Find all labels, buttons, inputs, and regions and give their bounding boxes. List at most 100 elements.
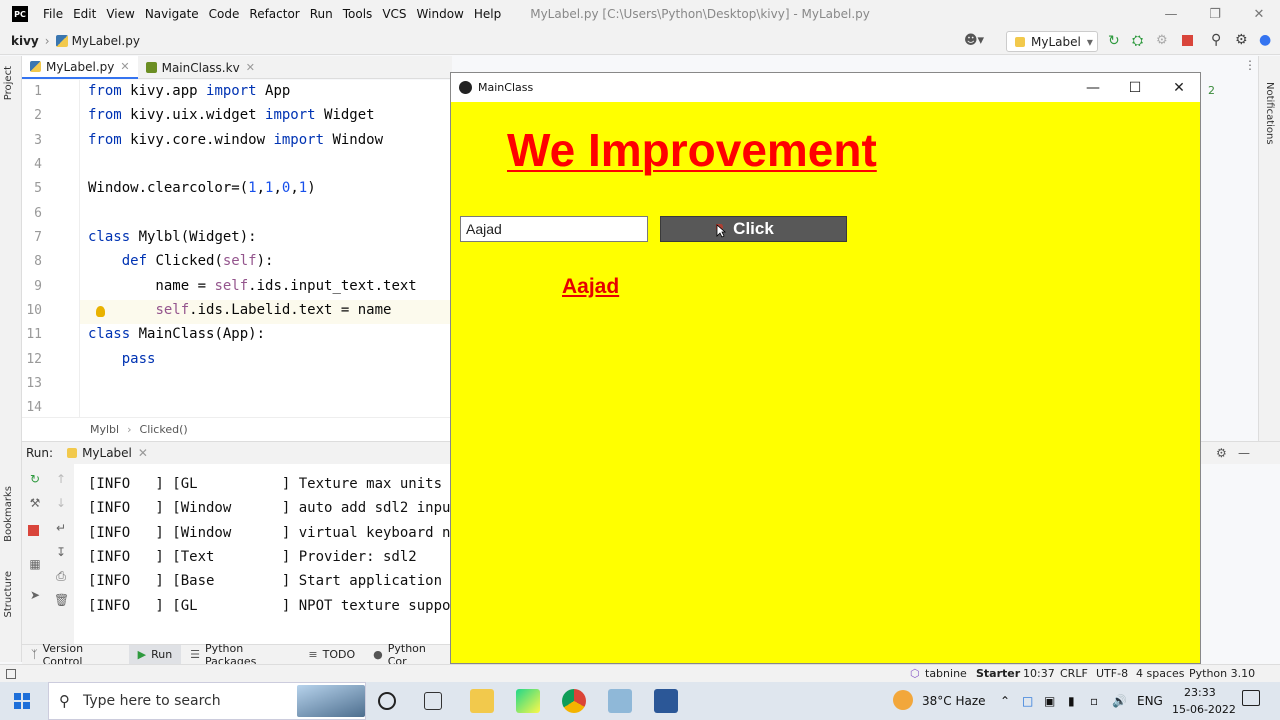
volume-icon[interactable]: 🔊 (1112, 694, 1127, 708)
battery-icon[interactable]: ▮ (1068, 694, 1075, 708)
python-app-icon[interactable] (654, 689, 678, 713)
close-icon[interactable]: ✕ (1157, 73, 1201, 102)
tab-mainclass-kv[interactable]: MainClass.kv ✕ (138, 56, 263, 79)
file-explorer-icon[interactable] (470, 689, 494, 713)
run-panel-label: Run: (26, 446, 54, 460)
close-tab-icon[interactable]: ✕ (120, 60, 129, 73)
task-view-icon[interactable] (424, 692, 442, 710)
search-icon[interactable]: ⚲ (1211, 32, 1221, 48)
minimize-icon[interactable]: — (1071, 73, 1115, 102)
bookmarks-tool-button[interactable]: Bookmarks (3, 486, 14, 542)
tab-version-control[interactable]: ᛉ Version Control (22, 642, 129, 668)
notepad-icon[interactable] (608, 689, 632, 713)
menu-vcs[interactable]: VCS (377, 7, 411, 21)
menu-file[interactable]: File (38, 7, 68, 21)
console-line: [INFO ] [Window ] virtual keyboard n (88, 525, 451, 541)
pycharm-taskbar-icon[interactable] (516, 689, 540, 713)
network-icon[interactable]: ▫ (1090, 694, 1098, 708)
toggle-panels-icon[interactable] (6, 669, 16, 679)
maximize-icon[interactable]: ❐ (1192, 0, 1238, 28)
close-icon[interactable]: ✕ (1236, 0, 1280, 28)
line-separator[interactable]: CRLF (1060, 667, 1088, 680)
cortana-icon[interactable] (378, 692, 396, 710)
tabnine-brand[interactable]: tabnine (925, 667, 967, 680)
minimize-icon[interactable]: — (1148, 0, 1194, 28)
line-number: 13 (26, 376, 42, 391)
project-tool-button[interactable]: Project (3, 66, 14, 100)
tray-display-icon[interactable]: ▣ (1044, 694, 1055, 708)
inspection-count[interactable]: 2 (1208, 84, 1215, 97)
settings-gear-icon[interactable]: ⚙ (1235, 32, 1248, 48)
code-editor[interactable]: 1 2 3 4 5 6 7 8 9 10 11 12 13 14 from ki… (22, 80, 452, 417)
file-encoding[interactable]: UTF-8 (1096, 667, 1128, 680)
soft-wrap-icon[interactable]: ↵ (54, 521, 68, 535)
arrow-up-icon[interactable]: ↑ (54, 472, 68, 486)
run-config-tab[interactable]: MyLabel ✕ (67, 446, 148, 460)
tab-mylabel-py[interactable]: MyLabel.py ✕ (22, 56, 138, 79)
more-options-icon[interactable]: ⋮ (1244, 58, 1256, 72)
notification-center-icon[interactable] (1242, 690, 1260, 706)
trash-icon[interactable]: 🗑 (54, 593, 69, 607)
nav-file[interactable]: MyLabel.py (72, 34, 140, 48)
menu-help[interactable]: Help (469, 7, 506, 21)
line-number: 1 (34, 84, 42, 99)
notifications-tool-button[interactable]: Notifications (1264, 82, 1275, 145)
name-text-input[interactable]: Aajad (460, 216, 648, 242)
tab-label: MyLabel.py (46, 59, 115, 74)
print-icon[interactable]: ⎙ (54, 569, 68, 583)
code-line-12: pass (121, 351, 156, 367)
tray-chevron-up-icon[interactable]: ⌃ (1000, 694, 1010, 708)
code-line-1: from kivy.app import App (88, 83, 291, 99)
layout-icon[interactable]: ▦ (28, 557, 42, 571)
stop-icon[interactable] (1182, 35, 1193, 46)
breadcrumb-class[interactable]: Mylbl (90, 423, 119, 436)
taskbar-search-box[interactable]: ⚲ Type here to search (48, 682, 366, 720)
menu-edit[interactable]: Edit (68, 7, 101, 21)
weather-text[interactable]: 38°C Haze (922, 694, 986, 708)
tray-app-icon[interactable]: □ (1022, 694, 1033, 708)
settings-gear-icon[interactable]: ⚙ (1216, 446, 1227, 460)
close-tab-icon[interactable]: ✕ (138, 446, 148, 460)
rerun-icon[interactable]: ↻ (28, 472, 42, 486)
tab-run[interactable]: ▶ Run (128, 644, 182, 665)
python-file-icon (55, 35, 68, 47)
user-icon[interactable]: ☻▾ (964, 33, 984, 48)
tab-todo[interactable]: ≡ TODO (299, 645, 364, 665)
menu-refactor[interactable]: Refactor (244, 7, 304, 21)
maximize-icon[interactable]: ☐ (1113, 73, 1157, 102)
menu-window[interactable]: Window (412, 7, 469, 21)
nav-project[interactable]: kivy (11, 34, 39, 48)
menu-tools[interactable]: Tools (338, 7, 378, 21)
windows-start-button[interactable] (0, 682, 44, 720)
pin-icon[interactable]: ➤ (28, 588, 42, 602)
menu-run[interactable]: Run (305, 7, 338, 21)
close-tab-icon[interactable]: ✕ (246, 61, 255, 74)
breadcrumb-method[interactable]: Clicked() (140, 423, 188, 436)
run-console[interactable]: [INFO ] [GL ] Texture max units [INFO ] … (74, 464, 452, 644)
indent-setting[interactable]: 4 spaces (1136, 667, 1185, 680)
menu-navigate[interactable]: Navigate (140, 7, 204, 21)
arrow-down-icon[interactable]: ↓ (54, 496, 68, 510)
coverage-icon[interactable]: ⚙ (1156, 33, 1168, 48)
structure-tool-button[interactable]: Structure (3, 571, 14, 618)
rerun-icon[interactable]: ↻ (1108, 33, 1120, 49)
debug-icon[interactable]: ⛭ (1132, 33, 1143, 49)
stop-icon[interactable] (28, 525, 39, 536)
tab-python-console[interactable]: ● Python Cor (364, 642, 452, 668)
language-indicator[interactable]: ENG (1137, 694, 1163, 708)
clock-time[interactable]: 23:33 (1184, 686, 1216, 699)
menu-view[interactable]: View (101, 7, 139, 21)
plugin-icon[interactable]: ● (1259, 32, 1271, 48)
menu-code[interactable]: Code (204, 7, 245, 21)
clock-date[interactable]: 15-06-2022 (1172, 703, 1236, 716)
run-config-selector[interactable]: MyLabel ▾ (1006, 31, 1098, 52)
wrench-icon[interactable]: ⚒ (28, 496, 42, 510)
tab-python-packages[interactable]: ☰ Python Packages (181, 642, 299, 668)
click-button[interactable]: Click (660, 216, 847, 242)
caret-position[interactable]: 10:37 (1023, 667, 1055, 680)
hide-panel-icon[interactable]: — (1238, 446, 1250, 460)
python-interpreter[interactable]: Python 3.10 (1189, 667, 1255, 680)
chrome-icon[interactable] (562, 689, 586, 713)
tabnine-plan[interactable]: Starter (976, 667, 1020, 680)
scroll-to-end-icon[interactable]: ↧ (54, 545, 68, 559)
